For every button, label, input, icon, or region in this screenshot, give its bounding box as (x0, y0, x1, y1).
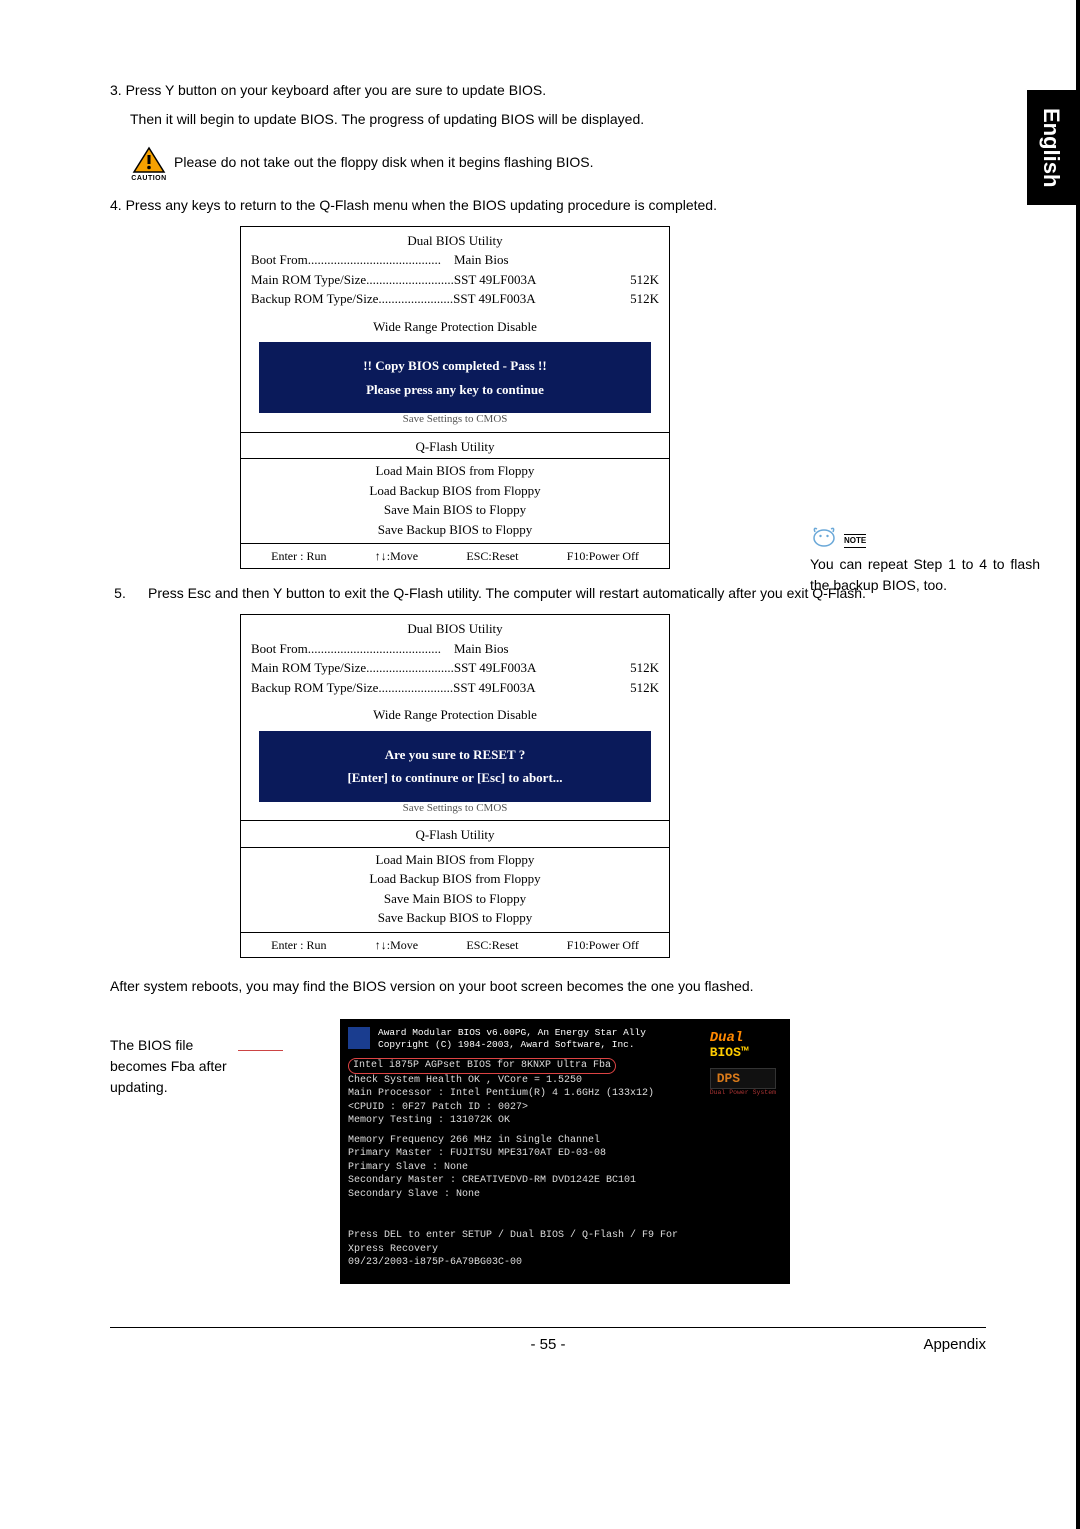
bios-screenshot-1: Dual BIOS Utility Boot From.............… (240, 226, 670, 570)
bios1-boot-lbl: Boot From...............................… (251, 250, 509, 270)
bios1-f1: Enter : Run (271, 547, 326, 565)
bios1-m1: Load Main BIOS from Floppy (251, 461, 659, 481)
caution-text: Please do not take out the floppy disk w… (174, 146, 593, 173)
bios2-m1: Load Main BIOS from Floppy (251, 850, 659, 870)
bios1-m2: Load Backup BIOS from Floppy (251, 481, 659, 501)
caution-icon (132, 146, 166, 174)
note-text: You can repeat Step 1 to 4 to flash the … (810, 554, 1040, 596)
bios2-m3: Save Main BIOS to Floppy (251, 889, 659, 909)
bios2-f4: F10:Power Off (567, 936, 639, 954)
boot-screenshot: Dual BIOS™ DPS Dual Power System Award M… (340, 1019, 790, 1284)
bios1-m4: Save Backup BIOS to Floppy (251, 520, 659, 540)
language-tab: English (1027, 90, 1076, 205)
bios1-under: Save Settings to CMOS (251, 411, 659, 428)
boot-l6: <CPUID : 0F27 Patch ID : 0027> (348, 1101, 782, 1115)
side-note: NOTE You can repeat Step 1 to 4 to flash… (810, 524, 1040, 596)
bios1-m3: Save Main BIOS to Floppy (251, 500, 659, 520)
bios2-mainrom-val: 512K (630, 658, 659, 678)
bios2-mainrom: Main ROM Type/Size......................… (251, 658, 536, 678)
boot-l9: Primary Master : FUJITSU MPE3170AT ED-03… (348, 1147, 782, 1161)
epa-logo-icon (348, 1027, 370, 1049)
bios2-wrp: Wide Range Protection Disable (251, 705, 659, 725)
bios1-f4: F10:Power Off (567, 547, 639, 565)
boot-l15: 09/23/2003-i875P-6A79BG03C-00 (348, 1256, 782, 1270)
bios2-m4: Save Backup BIOS to Floppy (251, 908, 659, 928)
bios1-backuprom-val: 512K (630, 289, 659, 309)
dps-sub: Dual Power System (710, 1089, 776, 1098)
bios2-f2: ↑↓:Move (375, 936, 418, 954)
boot-l13: Press DEL to enter SETUP / Dual BIOS / Q… (348, 1229, 782, 1243)
boot-l14: Xpress Recovery (348, 1243, 782, 1257)
note-icon (810, 524, 838, 548)
step-5-text: Press Esc and then Y button to exit the … (148, 583, 866, 604)
dps-logo: DPS (710, 1068, 776, 1090)
bios-logo: BIOS™ (710, 1044, 776, 1062)
bios2-title: Dual BIOS Utility (251, 619, 659, 639)
bios1-title: Dual BIOS Utility (251, 231, 659, 251)
bios1-f3: ESC:Reset (466, 547, 518, 565)
bios2-backuprom: Backup ROM Type/Size....................… (251, 678, 536, 698)
bios2-f3: ESC:Reset (466, 936, 518, 954)
bios2-f1: Enter : Run (271, 936, 326, 954)
caution-label: CAUTION (131, 174, 166, 185)
bios2-backuprom-val: 512K (630, 678, 659, 698)
page-number: - 55 - (530, 1334, 565, 1357)
bios2-boot-lbl: Boot From...............................… (251, 639, 509, 659)
bios1-mainrom: Main ROM Type/Size......................… (251, 270, 536, 290)
bios1-backuprom: Backup ROM Type/Size....................… (251, 289, 536, 309)
boot-l7: Memory Testing : 131072K OK (348, 1114, 782, 1128)
step-5-num: 5. (110, 583, 130, 604)
bios1-wrp: Wide Range Protection Disable (251, 317, 659, 337)
bios-callout-text: The BIOS file becomes Fba after updating… (110, 1035, 240, 1098)
boot-l10: Primary Slave : None (348, 1161, 782, 1175)
boot-l8: Memory Frequency 266 MHz in Single Chann… (348, 1134, 782, 1148)
boot-l12: Secondary Slave : None (348, 1188, 782, 1202)
bios2-banner: Are you sure to RESET ? [Enter] to conti… (259, 731, 651, 802)
bios1-f2: ↑↓:Move (375, 547, 418, 565)
bios2-qflash: Q-Flash Utility (251, 825, 659, 845)
bios-screenshot-2: Dual BIOS Utility Boot From.............… (240, 614, 670, 958)
bios2-m2: Load Backup BIOS from Floppy (251, 869, 659, 889)
step-3: 3. Press Y button on your keyboard after… (110, 80, 986, 101)
step-4: 4. Press any keys to return to the Q-Fla… (110, 195, 986, 216)
bios2-under: Save Settings to CMOS (251, 800, 659, 817)
section-name: Appendix (923, 1334, 986, 1357)
boot-bios-version-callout: Intel i875P AGPset BIOS for 8KNXP Ultra … (348, 1058, 616, 1074)
after-reboot-text: After system reboots, you may find the B… (110, 976, 986, 997)
bios1-qflash: Q-Flash Utility (251, 437, 659, 457)
bios1-banner: !! Copy BIOS completed - Pass !! Please … (259, 342, 651, 413)
callout-connector-line (238, 1050, 283, 1051)
note-label: NOTE (844, 534, 866, 548)
step-3-sub: Then it will begin to update BIOS. The p… (130, 109, 986, 130)
boot-l11: Secondary Master : CREATIVEDVD-RM DVD124… (348, 1174, 782, 1188)
bios1-mainrom-val: 512K (630, 270, 659, 290)
